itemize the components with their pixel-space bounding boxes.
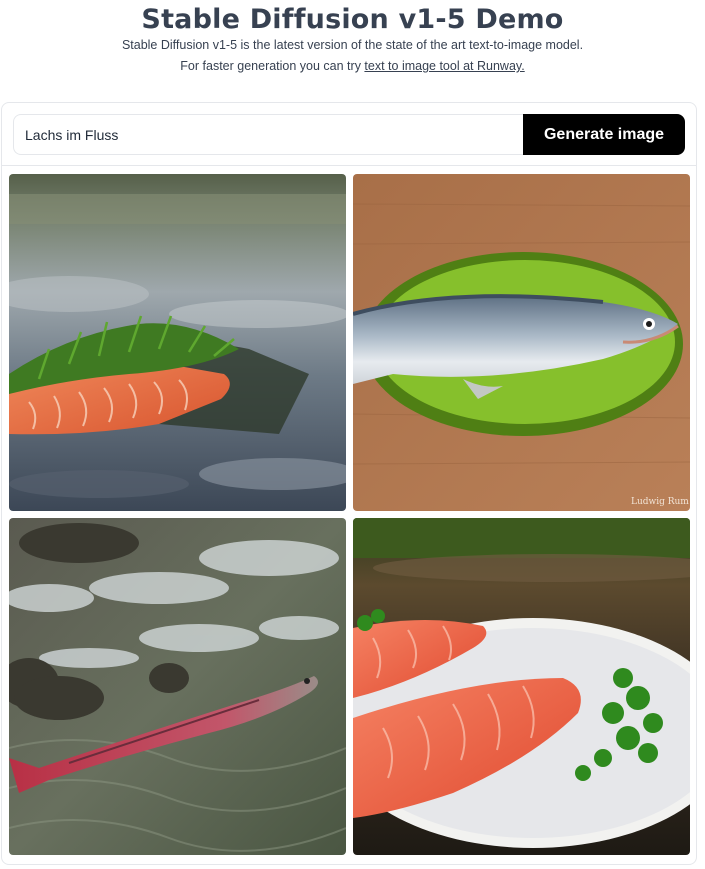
prompt-row: Generate image (13, 114, 685, 155)
runway-promo: For faster generation you can try text t… (0, 59, 705, 73)
divider (2, 165, 696, 166)
generated-image-1[interactable] (9, 174, 346, 511)
salmon-on-green-plate-image: Ludwig Rum (353, 174, 690, 511)
salmon-fillet-on-river-image (9, 174, 346, 511)
prompt-input[interactable] (13, 114, 543, 155)
page-title: Stable Diffusion v1-5 Demo (141, 4, 564, 35)
salmon-in-rapids-image (9, 518, 346, 855)
runway-link[interactable]: text to image tool at Runway. (364, 59, 524, 73)
generated-image-4[interactable] (353, 518, 690, 855)
generate-image-button[interactable]: Generate image (523, 114, 685, 155)
generated-image-3[interactable] (9, 518, 346, 855)
watermark-text: Ludwig Rum (631, 497, 689, 507)
generated-image-2[interactable]: Ludwig Rum (353, 174, 690, 511)
runway-promo-text: For faster generation you can try (180, 59, 365, 73)
page-description: Stable Diffusion v1-5 is the latest vers… (121, 38, 584, 52)
salmon-fillets-plate-image (353, 518, 690, 855)
demo-panel: Generate image (1, 102, 697, 865)
